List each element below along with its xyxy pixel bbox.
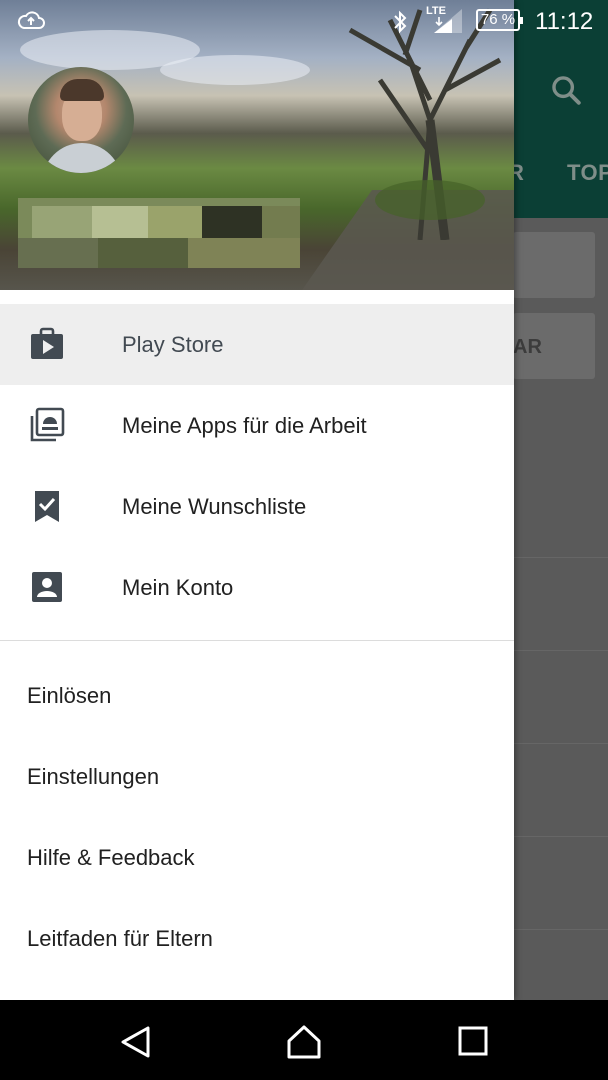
navigation-bar xyxy=(0,1000,608,1080)
drawer-item-label: Mein Konto xyxy=(122,575,234,600)
pixelated-account-name xyxy=(202,206,262,238)
drawer-item-wishlist[interactable]: Meine Wunschliste xyxy=(0,466,514,547)
tab-partial-2[interactable]: TOP xyxy=(567,160,608,186)
background-divider xyxy=(513,743,608,744)
background-card-label: AR xyxy=(513,336,542,358)
background-divider xyxy=(513,557,608,558)
work-apps-icon xyxy=(30,407,65,442)
pixelated-account-name xyxy=(98,238,188,268)
drawer-item-help-feedback[interactable]: Hilfe & Feedback xyxy=(0,817,514,898)
pixelated-account-name xyxy=(188,238,300,268)
background-divider xyxy=(513,650,608,651)
drawer-item-play-store[interactable]: Play Store xyxy=(0,304,514,385)
clock: 11:12 xyxy=(535,8,594,35)
avatar xyxy=(42,143,122,173)
drawer-item-account[interactable]: Mein Konto xyxy=(0,547,514,628)
bluetooth-icon xyxy=(394,10,407,34)
avatar xyxy=(60,79,104,101)
drawer-item-label: Play Store xyxy=(122,332,224,357)
search-icon[interactable] xyxy=(549,73,583,107)
pixelated-account-name xyxy=(18,238,98,268)
pixelated-account-name xyxy=(32,206,92,238)
pixelated-account-name xyxy=(18,198,300,268)
drawer-item-redeem[interactable]: Einlösen xyxy=(0,655,514,736)
background-divider xyxy=(513,929,608,930)
cloud-upload-icon xyxy=(17,11,45,29)
shop-bag-icon xyxy=(31,327,63,359)
back-icon[interactable] xyxy=(118,1024,154,1060)
drawer-item-settings[interactable]: Einstellungen xyxy=(0,736,514,817)
wishlist-icon xyxy=(35,491,59,522)
recents-icon[interactable] xyxy=(456,1024,490,1058)
pixelated-account-name xyxy=(148,206,202,238)
drawer-primary-list: Play Store Meine Apps für die Arbeit Mei… xyxy=(0,304,514,628)
pixelated-account-name xyxy=(92,206,148,238)
drawer-item-label: Meine Apps für die Arbeit xyxy=(122,413,367,438)
navigation-drawer: Play Store Meine Apps für die Arbeit Mei… xyxy=(0,0,514,1000)
home-icon[interactable] xyxy=(285,1024,323,1060)
account-icon xyxy=(32,572,62,602)
drawer-item-work-apps[interactable]: Meine Apps für die Arbeit xyxy=(0,385,514,466)
background-card[interactable] xyxy=(513,232,595,298)
status-bar: LTE 76 % 11:12 xyxy=(0,0,608,44)
pixelated-account-name xyxy=(262,206,300,238)
background-divider xyxy=(513,836,608,837)
drawer-item-parent-guide[interactable]: Leitfaden für Eltern xyxy=(0,898,514,979)
signal-icon xyxy=(434,9,462,33)
avatar[interactable] xyxy=(28,67,134,173)
drawer-secondary-list: Einlösen Einstellungen Hilfe & Feedback … xyxy=(0,655,514,979)
drawer-item-label: Meine Wunschliste xyxy=(122,494,307,519)
drawer-divider xyxy=(0,640,514,641)
battery-indicator: 76 % xyxy=(476,9,523,31)
